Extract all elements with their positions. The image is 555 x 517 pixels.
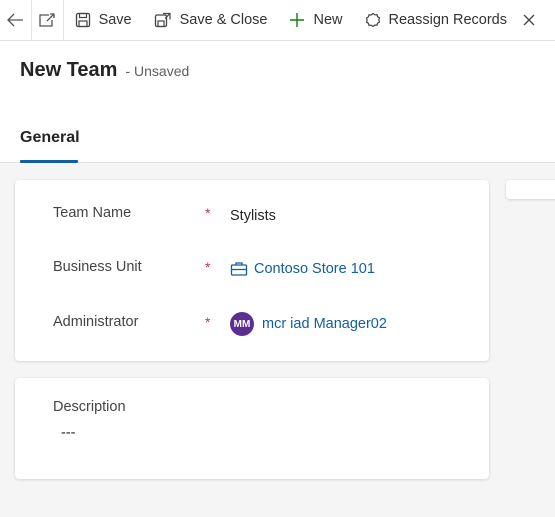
reassign-records-label: Reassign Records xyxy=(388,12,507,28)
description-label: Description xyxy=(53,399,126,415)
save-status: - Unsaved xyxy=(125,63,190,79)
back-arrow-icon xyxy=(7,13,24,27)
page-title: New Team xyxy=(20,59,118,81)
form-header: New Team - Unsaved General xyxy=(0,41,555,163)
open-in-new-window-button[interactable] xyxy=(32,0,64,41)
new-button[interactable]: New xyxy=(278,0,353,41)
avatar: MM xyxy=(230,312,254,336)
required-indicator: * xyxy=(205,314,211,330)
business-unit-field[interactable]: Contoso Store 101 xyxy=(230,261,375,277)
tab-general[interactable]: General xyxy=(20,129,80,157)
general-section: Team Name * Stylists Business Unit * Con… xyxy=(15,180,489,361)
title-row: New Team - Unsaved xyxy=(20,59,189,82)
team-name-value: Stylists xyxy=(230,208,276,224)
team-name-label: Team Name xyxy=(53,205,132,221)
business-unit-link[interactable]: Contoso Store 101 xyxy=(254,261,375,277)
save-and-close-button[interactable]: Save & Close xyxy=(143,0,279,41)
business-unit-icon xyxy=(230,261,248,277)
administrator-link[interactable]: mcr iad Manager02 xyxy=(262,316,387,332)
command-bar: Save Save & Close New Reassign Records xyxy=(0,0,555,41)
business-unit-label: Business Unit xyxy=(53,259,142,275)
new-button-label: New xyxy=(313,12,343,28)
overflow-icon xyxy=(523,14,535,26)
tab-selected-indicator xyxy=(20,160,78,163)
save-icon xyxy=(75,12,90,28)
save-and-close-icon xyxy=(154,12,171,28)
plus-icon xyxy=(290,13,305,27)
administrator-field[interactable]: MM mcr iad Manager02 xyxy=(230,312,387,336)
pop-out-icon xyxy=(39,13,55,27)
reassign-records-button[interactable]: Reassign Records xyxy=(354,0,518,41)
required-indicator: * xyxy=(205,205,211,221)
description-field[interactable]: --- xyxy=(61,425,76,441)
required-indicator: * xyxy=(205,259,211,275)
save-and-close-label: Save & Close xyxy=(179,12,268,28)
administrator-label: Administrator xyxy=(53,314,139,330)
save-button[interactable]: Save xyxy=(64,0,143,41)
description-section: Description --- xyxy=(15,378,489,479)
team-name-field[interactable]: Stylists xyxy=(230,208,276,224)
more-commands-button[interactable] xyxy=(518,0,555,41)
save-button-label: Save xyxy=(98,12,132,28)
reassign-icon xyxy=(365,12,380,28)
back-button[interactable] xyxy=(0,0,32,41)
side-panel-card xyxy=(506,180,555,199)
